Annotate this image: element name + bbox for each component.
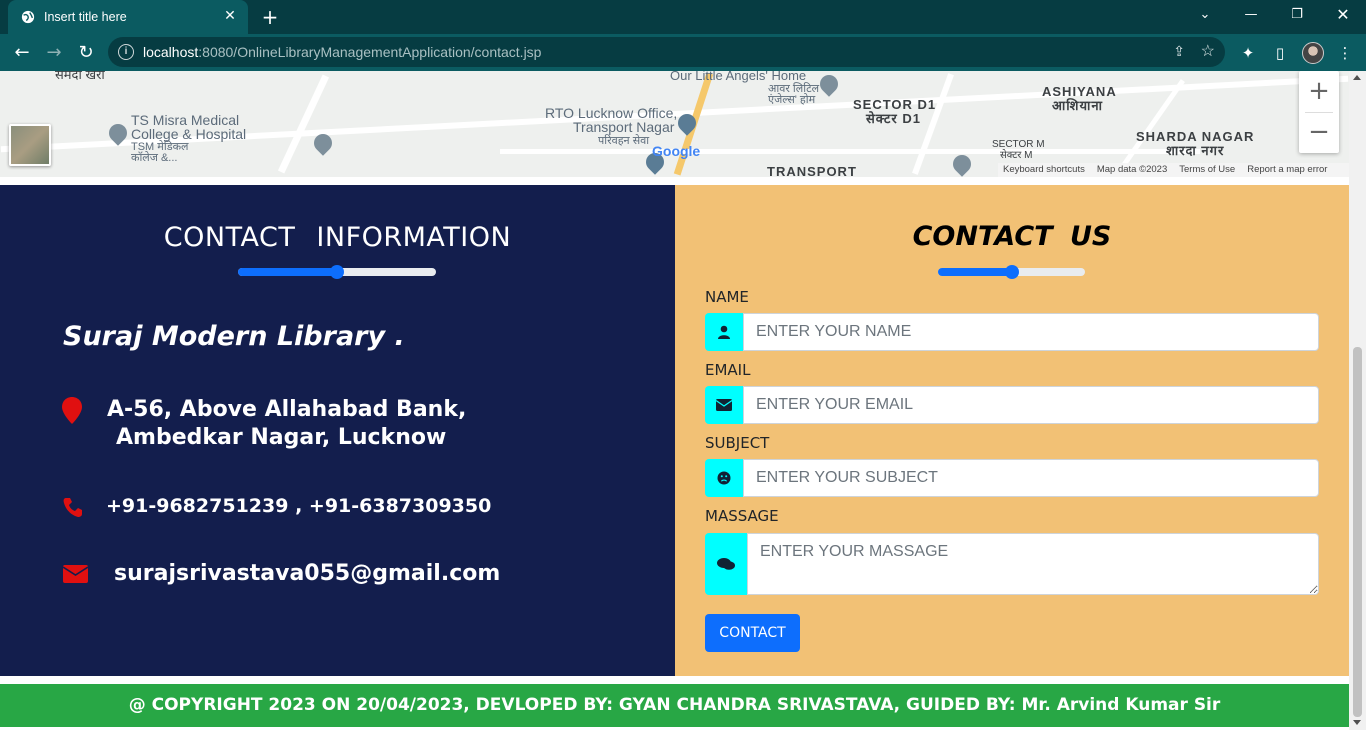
- map-road: [277, 74, 330, 174]
- map-label: परिवहन सेवा: [598, 135, 650, 147]
- map-label: TRANSPORT: [767, 164, 857, 177]
- keyboard-shortcuts-link[interactable]: Keyboard shortcuts: [1003, 163, 1085, 177]
- subject-input-group: [705, 459, 1319, 497]
- map-label: आशियाना: [1052, 98, 1103, 113]
- address-bar[interactable]: i localhost:8080/OnlineLibraryManagement…: [108, 37, 1225, 67]
- library-name: Suraj Modern Library .: [63, 321, 405, 352]
- contact-information-panel: CONTACT INFORMATION Suraj Modern Library…: [0, 185, 675, 676]
- terms-link[interactable]: Terms of Use: [1179, 163, 1235, 177]
- map-label: शारदा नगर: [1166, 143, 1225, 158]
- map-label: सेक्टर D1: [866, 111, 921, 126]
- footer-copyright: @ COPYRIGHT 2023 ON 20/04/2023, DEVLOPED…: [0, 684, 1349, 727]
- contact-us-slider[interactable]: [938, 265, 1085, 279]
- location-pin-icon: [62, 397, 82, 424]
- contact-submit-button[interactable]: CONTACT: [705, 614, 800, 652]
- user-icon: [705, 313, 743, 351]
- contact-us-heading: CONTACT US: [912, 221, 1112, 252]
- info-icon[interactable]: i: [118, 44, 134, 60]
- subject-input[interactable]: [743, 459, 1319, 497]
- map-label: सेक्टर M: [1000, 150, 1033, 161]
- contact-information-heading: CONTACT INFORMATION: [163, 222, 512, 253]
- map-label: College & Hospital: [131, 126, 247, 142]
- map-pin-icon[interactable]: [949, 151, 975, 177]
- name-input-group: [705, 313, 1319, 351]
- map-data-text: Map data ©2023: [1096, 164, 1168, 175]
- email-input-group: [705, 386, 1319, 424]
- sad-face-icon: [705, 459, 743, 497]
- menu-icon[interactable]: ⋮: [1334, 42, 1356, 64]
- name-input[interactable]: [743, 313, 1319, 351]
- email-label: EMAIL: [705, 361, 751, 379]
- share-icon[interactable]: ⇪: [1173, 43, 1185, 60]
- reload-icon[interactable]: ↻: [74, 41, 98, 65]
- extensions-icon[interactable]: ✦: [1237, 42, 1259, 64]
- tab-title: Insert title here: [44, 10, 127, 24]
- new-tab-button[interactable]: +: [259, 6, 281, 28]
- forward-icon[interactable]: →: [42, 41, 66, 65]
- map-road: [500, 149, 1200, 154]
- bookmark-star-icon[interactable]: ☆: [1201, 41, 1215, 61]
- restore-button[interactable]: ❐: [1285, 4, 1309, 26]
- google-logo: Google: [652, 143, 701, 159]
- email-input[interactable]: [743, 386, 1319, 424]
- map-pin-icon[interactable]: [816, 71, 842, 97]
- phone-icon: [63, 498, 82, 517]
- map-label: Our Little Angels' Home: [670, 71, 807, 83]
- phone-numbers: +91-9682751239 , +91-6387309350: [106, 495, 492, 517]
- address-line-1: A-56, Above Allahabad Bank,: [107, 397, 467, 422]
- map-label: SHARDA NAGAR: [1136, 129, 1255, 144]
- zoom-divider: [1305, 112, 1333, 113]
- slider-fill: [238, 268, 337, 276]
- map-label: SECTOR D1: [853, 97, 937, 112]
- envelope-icon: [705, 386, 743, 424]
- map-attribution: Keyboard shortcuts Map data ©2023 Terms …: [998, 163, 1349, 177]
- url-text: localhost:8080/OnlineLibraryManagementAp…: [143, 44, 542, 60]
- browser-tab-bar: Insert title here ✕ + ⌄ — ❐ ✕: [0, 0, 1366, 34]
- zoom-in-button[interactable]: +: [1299, 71, 1339, 112]
- scrollbar-thumb[interactable]: [1353, 347, 1362, 717]
- globe-icon: [21, 10, 35, 24]
- zoom-out-button[interactable]: −: [1299, 112, 1339, 153]
- scroll-down-arrow[interactable]: [1353, 720, 1361, 725]
- close-window-button[interactable]: ✕: [1331, 4, 1355, 26]
- tab-search-icon[interactable]: ⌄: [1193, 4, 1217, 26]
- map-label: समदा खेरा: [55, 71, 105, 82]
- message-textarea[interactable]: [747, 533, 1319, 595]
- report-map-error-link[interactable]: Report a map error: [1247, 163, 1327, 177]
- profile-avatar[interactable]: [1302, 42, 1324, 64]
- comments-icon: [705, 533, 747, 595]
- address-line-2: Ambedkar Nagar, Lucknow: [116, 425, 447, 450]
- browser-toolbar: ← → ↻ i localhost:8080/OnlineLibraryMana…: [0, 34, 1366, 71]
- contact-information-slider[interactable]: [238, 265, 436, 279]
- minimize-button[interactable]: —: [1239, 4, 1263, 26]
- map-label: Transport Nagar: [573, 119, 675, 135]
- map-label: एंजेल्स' होम: [768, 94, 816, 106]
- embedded-map[interactable]: समदा खेरा TS Misra Medical College & Hos…: [0, 71, 1349, 177]
- name-label: NAME: [705, 288, 749, 306]
- map-zoom-control: + −: [1299, 71, 1339, 153]
- message-input-group: [705, 533, 1319, 595]
- address: A-56, Above Allahabad Bank, Ambedkar Nag…: [107, 396, 466, 452]
- map-label: ASHIYANA: [1042, 84, 1117, 99]
- side-panel-icon[interactable]: ▯: [1269, 42, 1291, 64]
- scroll-up-arrow[interactable]: [1353, 75, 1361, 80]
- contact-us-panel: CONTACT US NAME EMAIL SUBJECT MASSAGE CO…: [675, 185, 1349, 676]
- browser-tab[interactable]: Insert title here ✕: [8, 0, 248, 34]
- message-label: MASSAGE: [705, 507, 779, 525]
- slider-thumb[interactable]: [1004, 265, 1019, 279]
- slider-thumb[interactable]: [330, 265, 344, 279]
- slider-fill: [938, 268, 1012, 276]
- satellite-toggle[interactable]: [9, 124, 51, 166]
- map-label: कॉलेज &...: [131, 152, 178, 164]
- envelope-icon: [63, 565, 88, 583]
- page-scrollbar[interactable]: [1349, 71, 1366, 730]
- back-icon[interactable]: ←: [10, 41, 34, 65]
- subject-label: SUBJECT: [705, 434, 770, 452]
- close-tab-icon[interactable]: ✕: [222, 8, 238, 24]
- email-address: surajsrivastava055@gmail.com: [114, 561, 501, 586]
